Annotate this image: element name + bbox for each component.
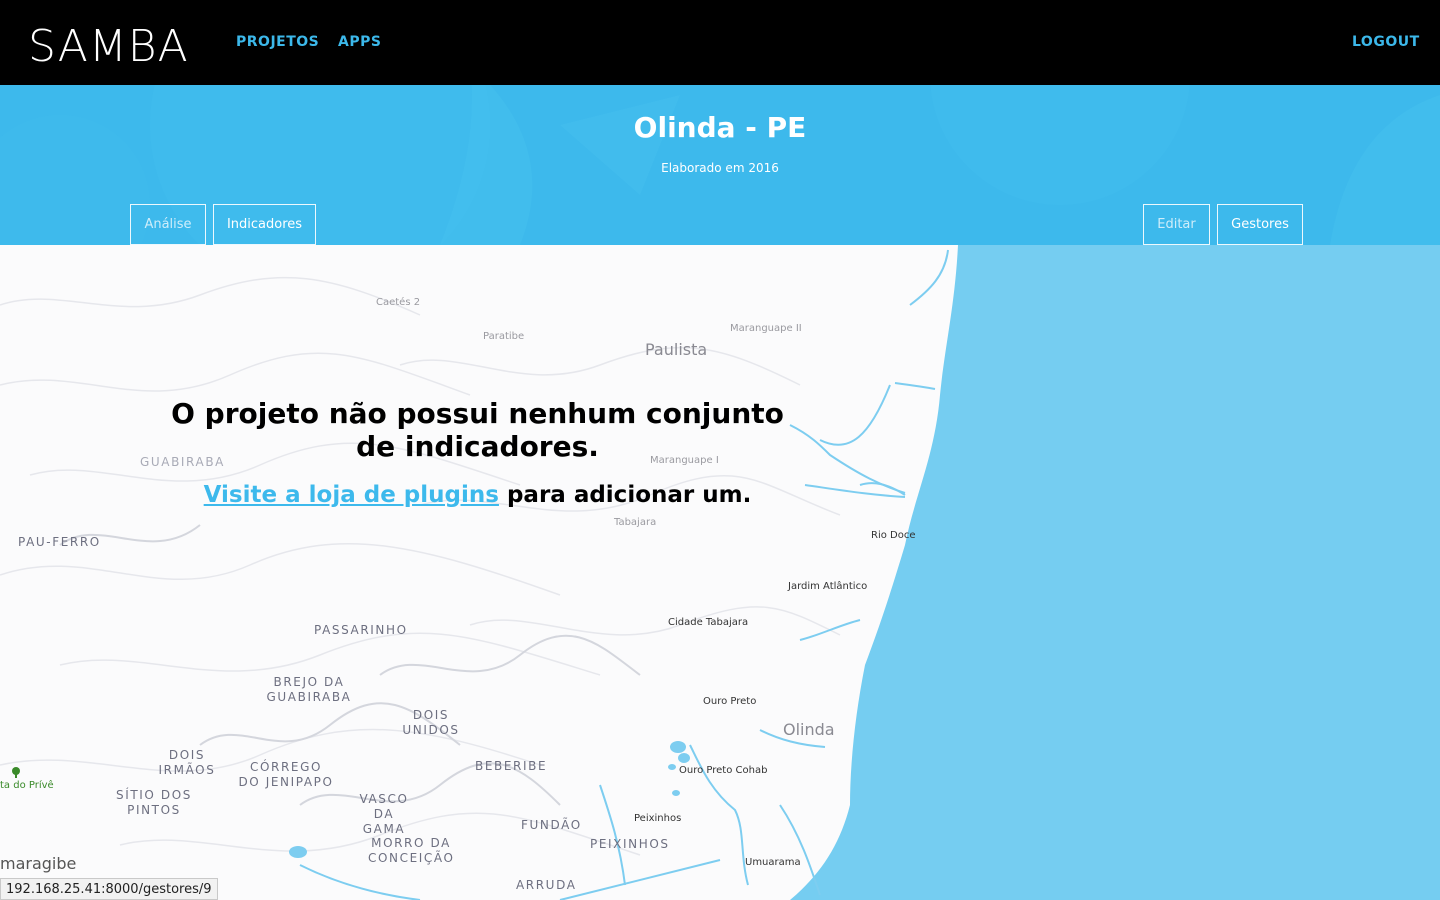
map-label: DOIS IRMÃOS xyxy=(158,748,216,777)
nav-apps-link[interactable]: APPS xyxy=(338,34,381,50)
map-label: Maranguape II xyxy=(730,323,802,334)
top-navbar: SAMBA PROJETOS APPS LOGOUT xyxy=(0,0,1440,85)
map-label: Ouro Preto xyxy=(703,696,757,707)
managers-button[interactable]: Gestores xyxy=(1217,204,1303,245)
project-title: Olinda - PE xyxy=(633,111,807,144)
map-label: Paulista xyxy=(645,340,708,359)
tab-analysis[interactable]: Análise xyxy=(130,204,206,245)
map-label: ARRUDA xyxy=(516,878,577,892)
map-label: DOIS UNIDOS xyxy=(402,708,460,737)
map-label: Caetés 2 xyxy=(376,297,421,308)
map-label: Rio Doce xyxy=(871,530,916,541)
status-url-tooltip: 192.168.25.41:8000/gestores/9 xyxy=(0,878,218,900)
plugin-store-link[interactable]: Visite a loja de plugins xyxy=(204,482,499,508)
map-label: Jardim Atlântico xyxy=(788,581,868,592)
map-label: PAU-FERRO xyxy=(18,535,101,549)
project-header: Olinda - PE Elaborado em 2016 Análise In… xyxy=(0,85,1440,245)
empty-indicators-message: O projeto não possui nenhum conjunto de … xyxy=(171,397,784,463)
map-label: maragibe xyxy=(0,854,77,873)
nav-projects-link[interactable]: PROJETOS xyxy=(236,34,319,50)
plugin-store-hint-rest: para adicionar um. xyxy=(498,482,752,508)
logout-link[interactable]: LOGOUT xyxy=(1352,34,1420,50)
map-label: BEBERIBE xyxy=(475,759,548,773)
map-label: Tabajara xyxy=(614,517,657,528)
map-label: ta do Prívê xyxy=(0,780,54,791)
project-subtitle: Elaborado em 2016 xyxy=(661,161,779,175)
map-label: SÍTIO DOS PINTOS xyxy=(116,788,192,817)
map-canvas xyxy=(0,245,1440,900)
map-label: Paratibe xyxy=(483,331,525,342)
edit-button[interactable]: Editar xyxy=(1143,204,1210,245)
map-label: Peixinhos xyxy=(634,813,682,824)
map-label: PASSARINHO xyxy=(314,623,408,637)
map-label: VASCO DA GAMA xyxy=(359,792,409,836)
map-label: Cidade Tabajara xyxy=(668,617,749,628)
map-view[interactable]: Caetés 2 Paratibe Maranguape II Paulista… xyxy=(0,245,1440,900)
map-label: Umuarama xyxy=(745,857,801,868)
map-label: BREJO DA GUABIRABA xyxy=(266,675,352,704)
map-label: FUNDÃO xyxy=(521,818,582,832)
map-label: PEIXINHOS xyxy=(590,837,670,851)
tab-indicators[interactable]: Indicadores xyxy=(213,204,316,245)
map-label: Ouro Preto Cohab xyxy=(679,765,768,776)
samba-logo[interactable]: SAMBA xyxy=(28,22,189,72)
plugin-store-hint: Visite a loja de plugins para adicionar … xyxy=(150,482,805,508)
map-label: CÓRREGO DO JENIPAPO xyxy=(238,760,334,789)
map-label: Olinda xyxy=(783,720,835,739)
map-label: MORRO DA CONCEIÇÃO xyxy=(368,836,455,865)
